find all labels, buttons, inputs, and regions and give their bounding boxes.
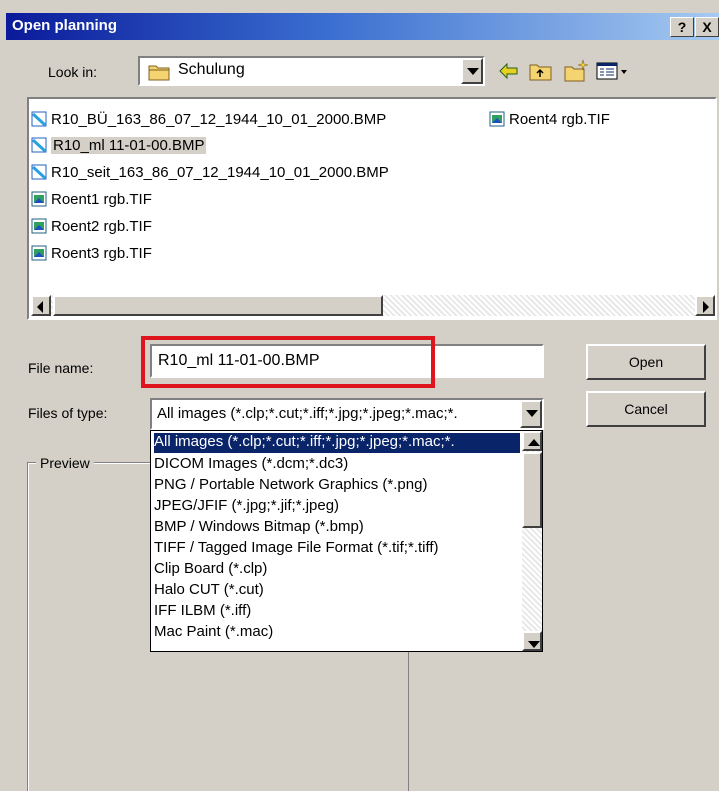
files-of-type-label: Files of type:	[28, 405, 108, 421]
window-title: Open planning	[12, 17, 117, 34]
bmp-file-icon	[31, 111, 47, 127]
view-menu-icon	[596, 62, 627, 80]
title-bar[interactable]: Open planning ? X	[6, 13, 719, 40]
arrow-down-icon	[528, 641, 540, 648]
file-list[interactable]: R10_BÜ_163_86_07_12_1944_10_01_2000.BMP …	[27, 97, 717, 320]
type-option[interactable]: Halo CUT (*.cut)	[154, 581, 264, 601]
look-in-dropdown-button[interactable]	[461, 58, 483, 84]
tif-file-icon	[31, 218, 47, 234]
look-in-combo[interactable]: Schulung	[138, 56, 485, 86]
type-option[interactable]: BMP / Windows Bitmap (*.bmp)	[154, 518, 364, 538]
chevron-down-icon	[467, 68, 479, 75]
horizontal-scrollbar[interactable]	[31, 295, 715, 316]
scroll-up-button[interactable]	[522, 431, 542, 451]
highlight-annotation	[141, 336, 435, 388]
close-button[interactable]: X	[695, 17, 719, 37]
open-planning-dialog: Open planning ? X Look in: Schulung R10_…	[0, 0, 719, 791]
bmp-file-icon	[31, 164, 47, 180]
type-option[interactable]: PNG / Portable Network Graphics (*.png)	[154, 476, 427, 496]
help-button[interactable]: ?	[670, 17, 694, 37]
tif-file-icon	[31, 191, 47, 207]
files-of-type-dropdown-list[interactable]: All images (*.clp;*.cut;*.iff;*.jpg;*.jp…	[150, 430, 543, 652]
dropdown-vertical-scrollbar[interactable]	[522, 431, 542, 651]
open-button[interactable]: Open	[586, 344, 706, 380]
preview-label: Preview	[36, 455, 94, 471]
chevron-down-icon	[526, 410, 538, 417]
look-in-label: Look in:	[48, 64, 98, 80]
tif-file-icon	[489, 111, 505, 127]
type-option[interactable]: TIFF / Tagged Image File Format (*.tif;*…	[154, 539, 439, 559]
scroll-left-button[interactable]	[31, 295, 51, 316]
files-of-type-dropdown-button[interactable]	[520, 400, 542, 428]
vertical-scroll-thumb[interactable]	[522, 452, 542, 528]
type-option[interactable]: IFF ILBM (*.iff)	[154, 602, 251, 622]
back-arrow-icon	[499, 62, 518, 80]
back-button[interactable]	[496, 58, 522, 84]
type-option[interactable]: DICOM Images (*.dcm;*.dc3)	[154, 455, 348, 475]
files-of-type-value: All images (*.clp;*.cut;*.iff;*.jpg;*.jp…	[157, 405, 458, 422]
arrow-left-icon	[37, 301, 43, 313]
arrow-right-icon	[703, 301, 709, 313]
folder-icon	[148, 65, 170, 81]
type-option[interactable]: Clip Board (*.clp)	[154, 560, 267, 580]
files-of-type-combo[interactable]: All images (*.clp;*.cut;*.iff;*.jpg;*.jp…	[150, 398, 544, 430]
look-in-value: Schulung	[178, 61, 245, 78]
type-option[interactable]: JPEG/JFIF (*.jpg;*.jif;*.jpeg)	[154, 497, 339, 517]
new-folder-button[interactable]	[563, 58, 589, 84]
scroll-down-button[interactable]	[522, 631, 542, 651]
cancel-button[interactable]: Cancel	[586, 391, 706, 427]
new-folder-icon	[564, 59, 589, 82]
type-option[interactable]: All images (*.clp;*.cut;*.iff;*.jpg;*.jp…	[154, 433, 520, 453]
file-name-label: File name:	[28, 360, 94, 376]
scroll-right-button[interactable]	[695, 295, 715, 316]
horizontal-scroll-thumb[interactable]	[53, 295, 383, 316]
up-one-level-button[interactable]	[528, 58, 554, 84]
tif-file-icon	[31, 245, 47, 261]
view-menu-button[interactable]	[595, 58, 629, 84]
up-folder-icon	[529, 64, 552, 81]
arrow-up-icon	[528, 439, 540, 446]
type-option[interactable]: Mac Paint (*.mac)	[154, 623, 273, 643]
bmp-file-icon	[31, 137, 47, 153]
